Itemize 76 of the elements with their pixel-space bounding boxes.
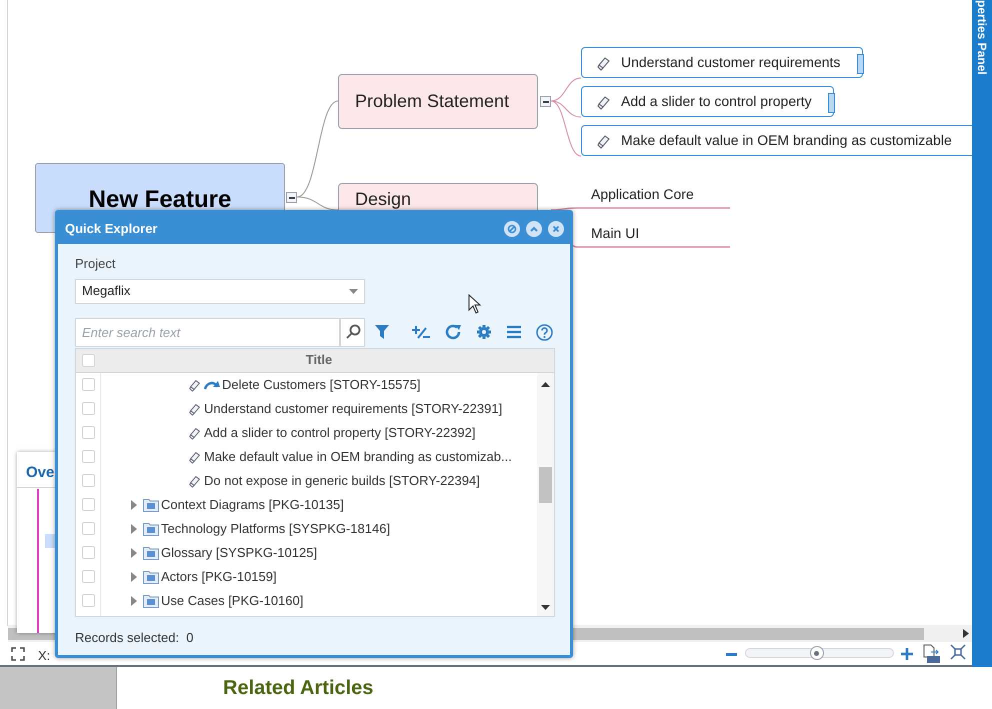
tree-item-label[interactable]: Technology Platforms [SYSPKG-18146] [161,518,390,538]
row-checkbox[interactable] [82,594,94,607]
folder-icon [143,497,159,512]
filter-icon[interactable] [374,324,390,340]
tree-item-label[interactable]: Glossary [SYSPKG-10125] [161,542,318,562]
zoom-in-icon[interactable] [901,648,913,660]
help-icon[interactable] [536,324,553,340]
no-entry-icon[interactable] [504,220,520,236]
row-checkbox[interactable] [82,474,94,487]
folder-icon [143,569,159,584]
select-all-checkbox[interactable] [82,354,94,366]
row-checkbox[interactable] [82,378,94,391]
eraser-icon [596,54,612,70]
row-checkbox[interactable] [82,450,94,463]
collapse-icon[interactable] [526,220,542,236]
scroll-right-icon[interactable] [963,629,969,638]
tree-item-label[interactable]: Actors [PKG-10159] [161,566,277,586]
folder-icon [143,593,159,608]
curved-arrow-icon [204,380,220,390]
search-icon [344,324,360,340]
row-checkbox[interactable] [82,402,94,415]
story-node[interactable]: Understand customer requirements [581,47,863,78]
actual-size-icon[interactable] [923,644,940,663]
tree-item-label[interactable]: Do not expose in generic builds [STORY-22394] [204,470,480,490]
settings-icon[interactable] [476,324,492,340]
row-checkbox[interactable] [82,522,94,535]
project-dropdown[interactable]: Megaflix [75,278,365,304]
vertical-scrollbar[interactable] [537,372,554,616]
eraser-icon [596,132,612,148]
expand-arrow-icon[interactable] [130,596,138,606]
zoom-slider[interactable] [745,648,894,658]
expand-collapse-icon[interactable] [412,324,430,340]
section-heading: Related Articles [223,677,374,699]
collapse-button[interactable] [286,192,297,203]
tree-item-label[interactable]: Add a slider to control property [STORY-22392] [204,422,476,442]
search-field[interactable]: Enter search text [75,318,340,346]
row-checkbox[interactable] [82,426,94,439]
expand-arrow-icon[interactable] [130,500,138,510]
menu-icon[interactable] [506,325,522,339]
row-checkbox[interactable] [82,570,94,583]
field-label: Project [75,255,116,273]
records-count: Records selected: 0 [75,628,195,646]
caret-icon [349,288,358,294]
cursor-icon [468,294,481,314]
expand-arrow-icon[interactable] [130,548,138,558]
story-label: Add a slider to control property [621,92,812,111]
tree-item-label[interactable]: Use Cases [PKG-10160] [161,590,304,610]
search-button[interactable] [340,318,365,346]
row-checkbox[interactable] [82,498,94,511]
scroll-up-icon[interactable] [541,382,550,386]
tree-item-label[interactable]: Understand customer requirements [STORY-22391] [204,398,502,418]
tree-item-label[interactable]: Delete Customers [STORY-15575] [222,374,420,394]
tree-item-label[interactable]: Context Diagrams [PKG-10135] [161,494,344,514]
story-node[interactable]: Add a slider to control property [581,86,834,117]
coordinates-label: X: [38,647,50,665]
fit-screen-icon[interactable] [11,647,25,661]
scroll-thumb[interactable] [539,466,552,502]
topic-label[interactable]: Main UI [591,223,640,244]
topic-label[interactable]: Application Core [591,184,694,205]
tree-item-label[interactable]: Make default value in OEM branding as customizab... [204,446,512,466]
folder-icon [143,521,159,536]
expand-arrow-icon[interactable] [130,524,138,534]
collapse-button[interactable] [540,96,551,107]
story-label: Understand customer requirements [621,53,840,72]
properties-panel-tab[interactable]: perties Panel [972,0,992,667]
story-label: Make default value in OEM branding as customizable [621,131,952,150]
shrink-icon[interactable] [950,644,966,660]
close-icon[interactable] [548,220,564,236]
refresh-icon[interactable] [444,323,462,341]
expand-arrow-icon[interactable] [130,572,138,582]
row-checkbox[interactable] [82,546,94,559]
panel-title: Ove [26,464,54,481]
folder-icon [143,545,159,560]
branch-node[interactable]: Problem Statement [338,74,538,129]
eraser-icon [596,94,612,110]
scroll-down-icon[interactable] [541,604,550,610]
